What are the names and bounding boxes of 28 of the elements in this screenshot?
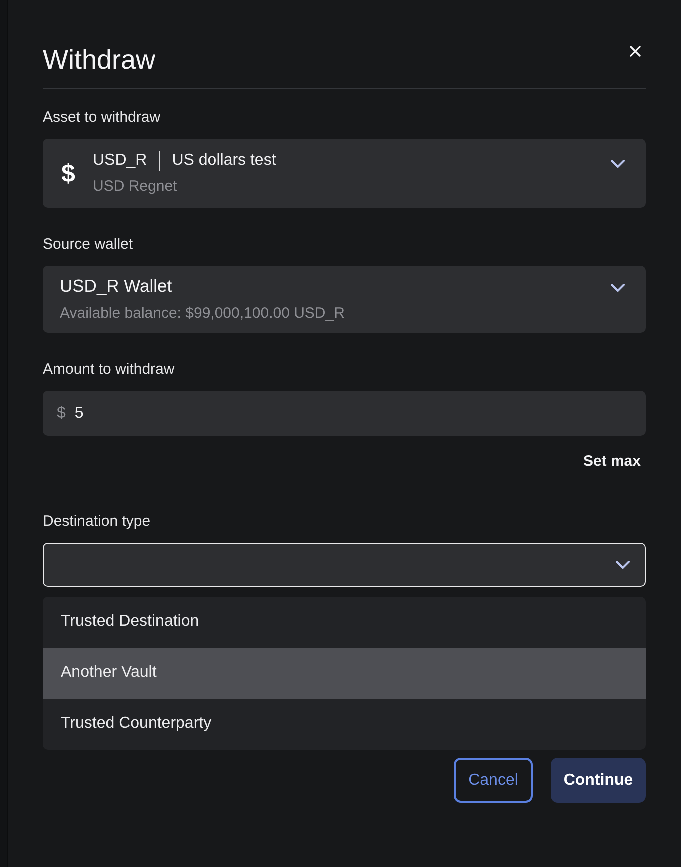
menu-item[interactable]: Trusted Destination [43,597,646,648]
wallet-name: USD_R Wallet [60,275,174,298]
chevron-down-icon [616,561,630,569]
currency-prefix: $ [57,404,66,424]
close-button[interactable] [628,44,643,59]
close-icon [630,46,641,57]
menu-item[interactable]: Another Vault [43,648,646,699]
dialog-title: Withdraw [43,44,156,76]
cancel-button[interactable]: Cancel [454,758,533,803]
chevron-down-icon [611,284,625,292]
field-label: Amount to withdraw [43,360,176,380]
set-max-link[interactable]: Set max [583,452,641,472]
amount-value: 5 [74,404,84,424]
asset-select[interactable]: $ USD_R US dollars test USD Regnet [43,139,646,208]
source-wallet-select[interactable]: USD_R Wallet Available balance: $99,000,100.00 USD_R [43,266,646,333]
amount-field[interactable]: $ 5 [43,391,646,436]
continue-button[interactable]: Continue [551,758,646,803]
menu-item[interactable]: Trusted Counterparty [43,699,646,750]
asset-name: US dollars test [172,151,276,171]
currency-symbol: $ [60,158,76,188]
field-label: Source wallet [43,235,134,255]
chevron-down-icon [611,160,625,168]
field-label: Asset to withdraw [43,108,162,128]
asset-network: USD Regnet [93,177,178,197]
field-label: Destination type [43,512,152,532]
asset-code: USD_R [93,151,148,171]
destination-type-select[interactable] [43,543,646,587]
available-balance: Available balance: $99,000,100.00 USD_R [60,304,346,324]
